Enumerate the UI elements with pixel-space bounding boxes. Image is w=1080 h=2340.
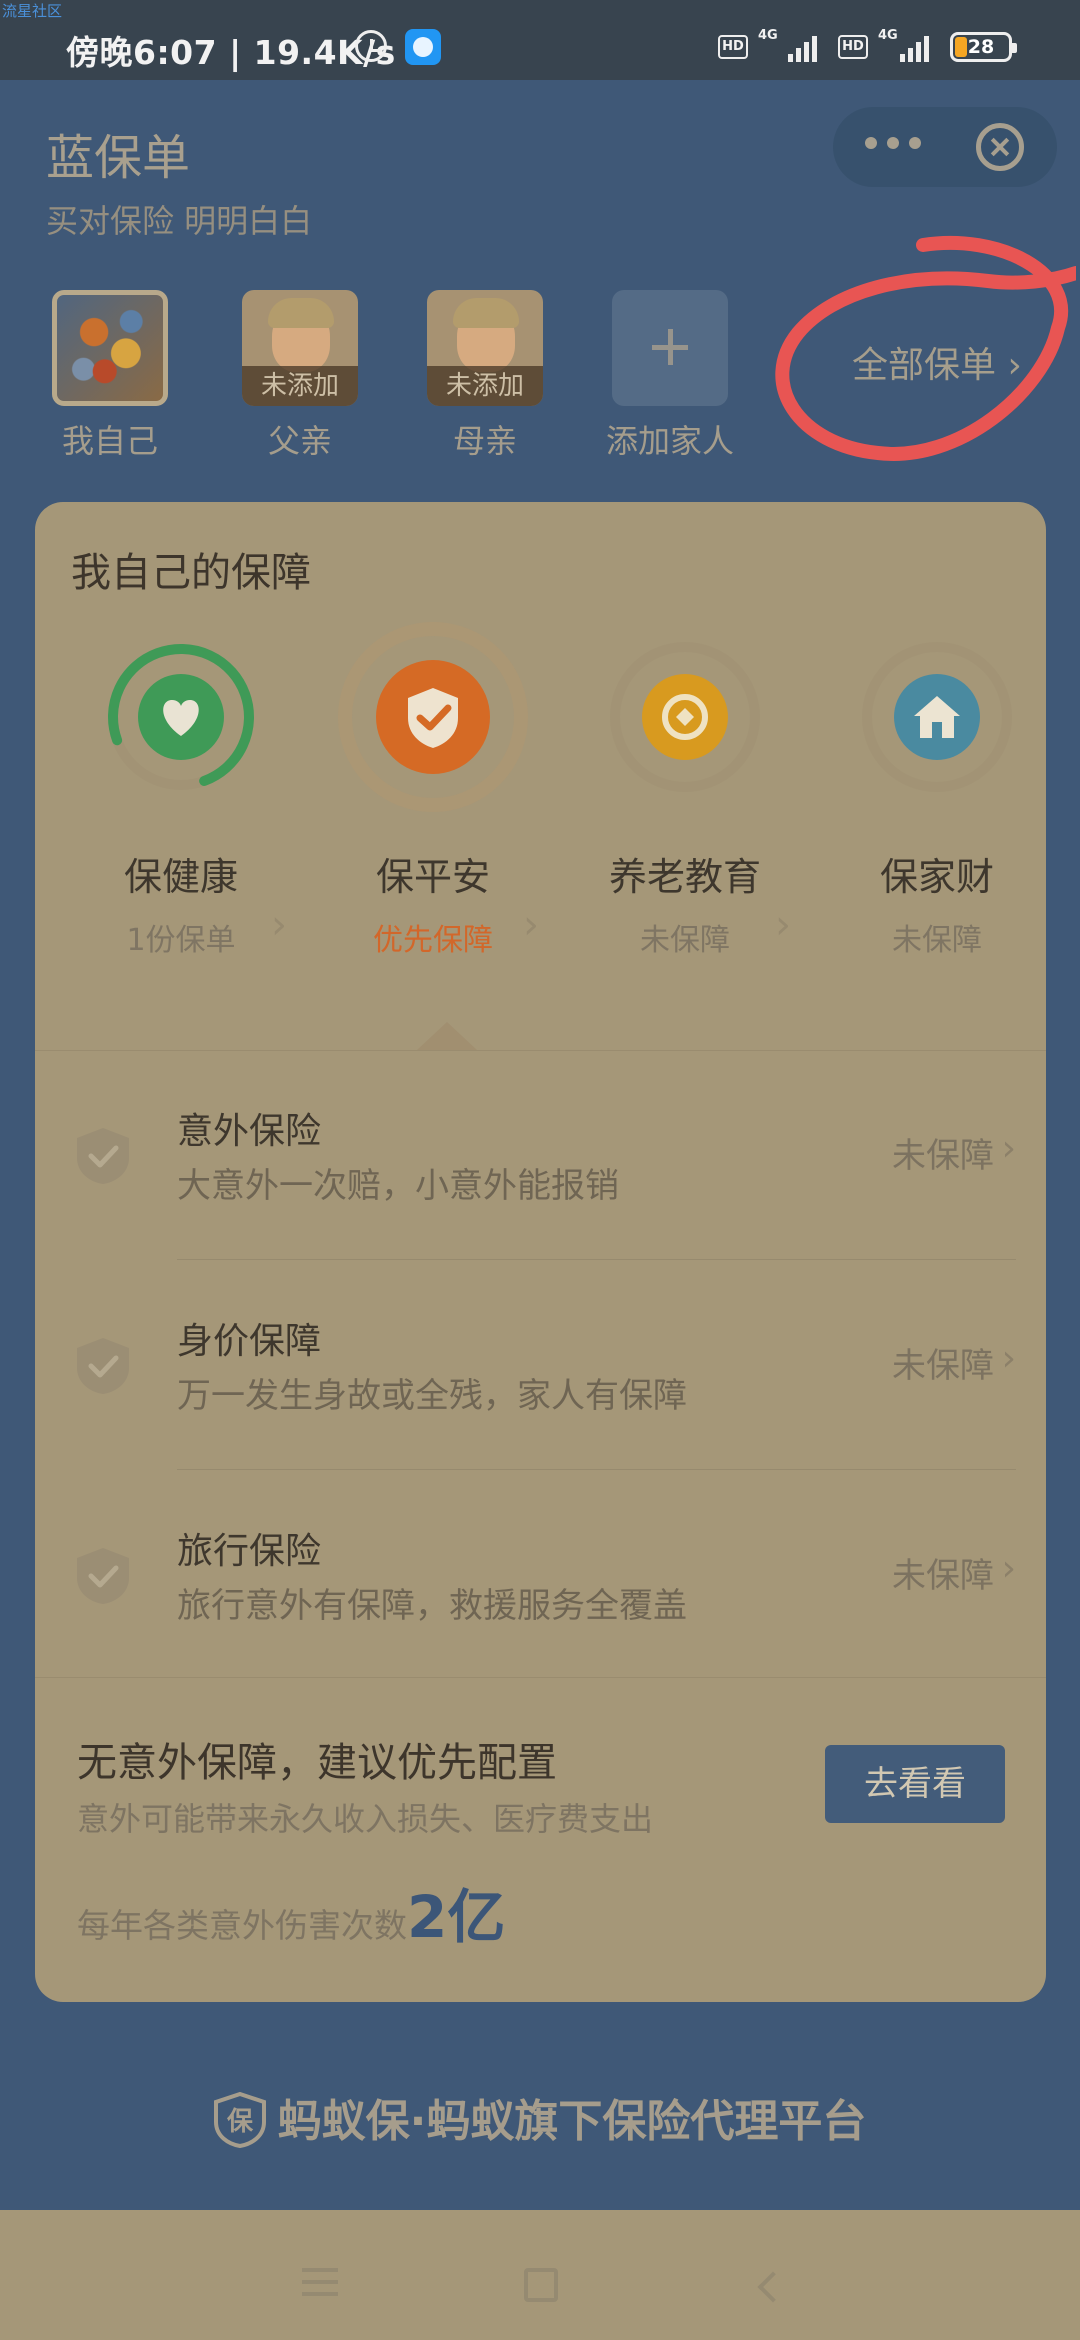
shield-check-icon: [75, 1126, 131, 1186]
category-name: 保家财: [879, 855, 994, 899]
member-label: 添加家人: [605, 422, 734, 460]
status-bar: 流星社区 傍晚6:07 | 19.4K/s HD 4G HD 4G 28: [0, 0, 1080, 80]
chevron-right-icon: ›: [1001, 1338, 1016, 1379]
insurance-row-accident[interactable]: 意外保险 大意外一次赔，小意外能报销 未保障 ›: [35, 1050, 1046, 1260]
member-father[interactable]: 未添加 父亲: [225, 290, 375, 462]
insurance-status: 未保障: [892, 1556, 994, 1596]
shield-check-icon: [75, 1336, 131, 1396]
all-policies-link[interactable]: 全部保单 ›: [852, 336, 1022, 388]
shield-check-icon: [75, 1546, 131, 1606]
chevron-right-icon: ›: [1001, 1128, 1016, 1169]
category-status: 优先保障: [373, 923, 493, 958]
stat-text: 每年各类意外伤害次数: [77, 1906, 407, 1945]
signal-icon: [788, 34, 824, 62]
member-self[interactable]: 我自己: [35, 290, 185, 462]
avatar: [52, 290, 168, 406]
brand-text: 蚂蚁保·蚂蚁旗下保险代理平台: [277, 2096, 867, 2147]
member-mother[interactable]: 未添加 母亲: [410, 290, 560, 462]
home-icon[interactable]: [524, 2268, 558, 2302]
recommendation-title: 无意外保障，建议优先配置: [77, 1740, 557, 1786]
category-status: 1份保单: [126, 923, 236, 958]
insurance-name: 意外保险: [177, 1111, 322, 1152]
avatar: 未添加: [242, 290, 358, 406]
coverage-card: 我自己的保障 保健康 1份保单 › 保平安 优先保障 › 养老教育 未保障 › …: [35, 502, 1046, 2002]
hd-icon: HD: [718, 35, 748, 59]
insurance-status: 未保障: [892, 1136, 994, 1176]
recommendation-desc: 意外可能带来永久收入损失、医疗费支出: [77, 1800, 654, 1838]
more-icon[interactable]: [865, 137, 921, 149]
battery-level: 28: [967, 36, 995, 58]
insurance-row-life[interactable]: 身价保障 万一发生身故或全残，家人有保障 未保障 ›: [35, 1260, 1046, 1470]
insurance-status: 未保障: [892, 1346, 994, 1386]
battery-icon: 28: [950, 32, 1017, 62]
footer-brand: 保 蚂蚁保·蚂蚁旗下保险代理平台: [0, 2085, 1080, 2152]
category-name: 保健康: [123, 855, 238, 899]
chevron-right-icon: ›: [775, 902, 791, 948]
category-safety[interactable]: 保平安 优先保障: [313, 622, 553, 959]
miniapp-capsule: [833, 107, 1057, 187]
card-title: 我自己的保障: [71, 550, 311, 596]
menu-icon[interactable]: [302, 2268, 338, 2304]
member-label: 母亲: [452, 422, 517, 460]
category-name: 养老教育: [608, 855, 761, 899]
shield-char: 保: [226, 2107, 254, 2137]
insurance-desc: 旅行意外有保障，救援服务全覆盖: [177, 1586, 687, 1626]
status-time-speed: 傍晚6:07 | 19.4K/s: [66, 33, 396, 72]
close-icon[interactable]: [976, 123, 1024, 171]
heart-icon: [138, 674, 224, 760]
insurance-desc: 万一发生身故或全残，家人有保障: [177, 1376, 687, 1416]
category-status: 未保障: [640, 923, 730, 958]
not-added-badge: 未添加: [427, 366, 543, 406]
signal-icon: [900, 34, 936, 62]
divider: [35, 1677, 1046, 1678]
house-icon: [894, 674, 980, 760]
page: 流星社区 傍晚6:07 | 19.4K/s HD 4G HD 4G 28 蓝保单…: [0, 0, 1080, 2340]
chevron-right-icon: ›: [271, 902, 287, 948]
insurance-name: 旅行保险: [177, 1531, 322, 1572]
recommendation-stat: 每年各类意外伤害次数2亿: [77, 1870, 505, 1954]
add-family-button[interactable]: 添加家人: [595, 290, 745, 462]
category-status: 未保障: [892, 923, 982, 958]
view-button[interactable]: 去看看: [825, 1745, 1005, 1823]
stat-value: 2亿: [407, 1883, 506, 1951]
member-label: 父亲: [267, 422, 332, 460]
category-name: 保平安: [375, 855, 490, 899]
insurance-row-travel[interactable]: 旅行保险 旅行意外有保障，救援服务全覆盖 未保障 ›: [35, 1470, 1046, 1680]
category-property[interactable]: 保家财 未保障: [817, 642, 1046, 959]
hd-icon: HD: [838, 35, 868, 59]
alarm-icon: [355, 30, 387, 62]
avatar: 未添加: [427, 290, 543, 406]
category-health[interactable]: 保健康 1份保单: [61, 642, 301, 959]
shield-logo-icon: 保: [213, 2091, 266, 2149]
page-subtitle: 买对保险 明明白白: [46, 202, 313, 240]
chevron-right-icon: ›: [1001, 1548, 1016, 1589]
system-nav-bar: [0, 2210, 1080, 2340]
category-pension-education[interactable]: 养老教育 未保障: [565, 642, 805, 959]
selected-pointer: [417, 1022, 477, 1050]
network-type-label: 4G: [758, 28, 778, 43]
plus-icon: [612, 290, 728, 406]
not-added-badge: 未添加: [242, 366, 358, 406]
shield-check-icon: [376, 660, 490, 774]
coin-icon: [642, 674, 728, 760]
watermark: 流星社区: [2, 2, 63, 20]
insurance-name: 身价保障: [177, 1321, 322, 1362]
network-type-label: 4G: [878, 28, 898, 43]
app-notification-icon: [405, 29, 441, 65]
member-label: 我自己: [61, 422, 158, 460]
insurance-desc: 大意外一次赔，小意外能报销: [177, 1166, 619, 1206]
back-icon[interactable]: [757, 2271, 789, 2303]
chevron-right-icon: ›: [523, 902, 539, 948]
page-title: 蓝保单: [46, 130, 191, 186]
